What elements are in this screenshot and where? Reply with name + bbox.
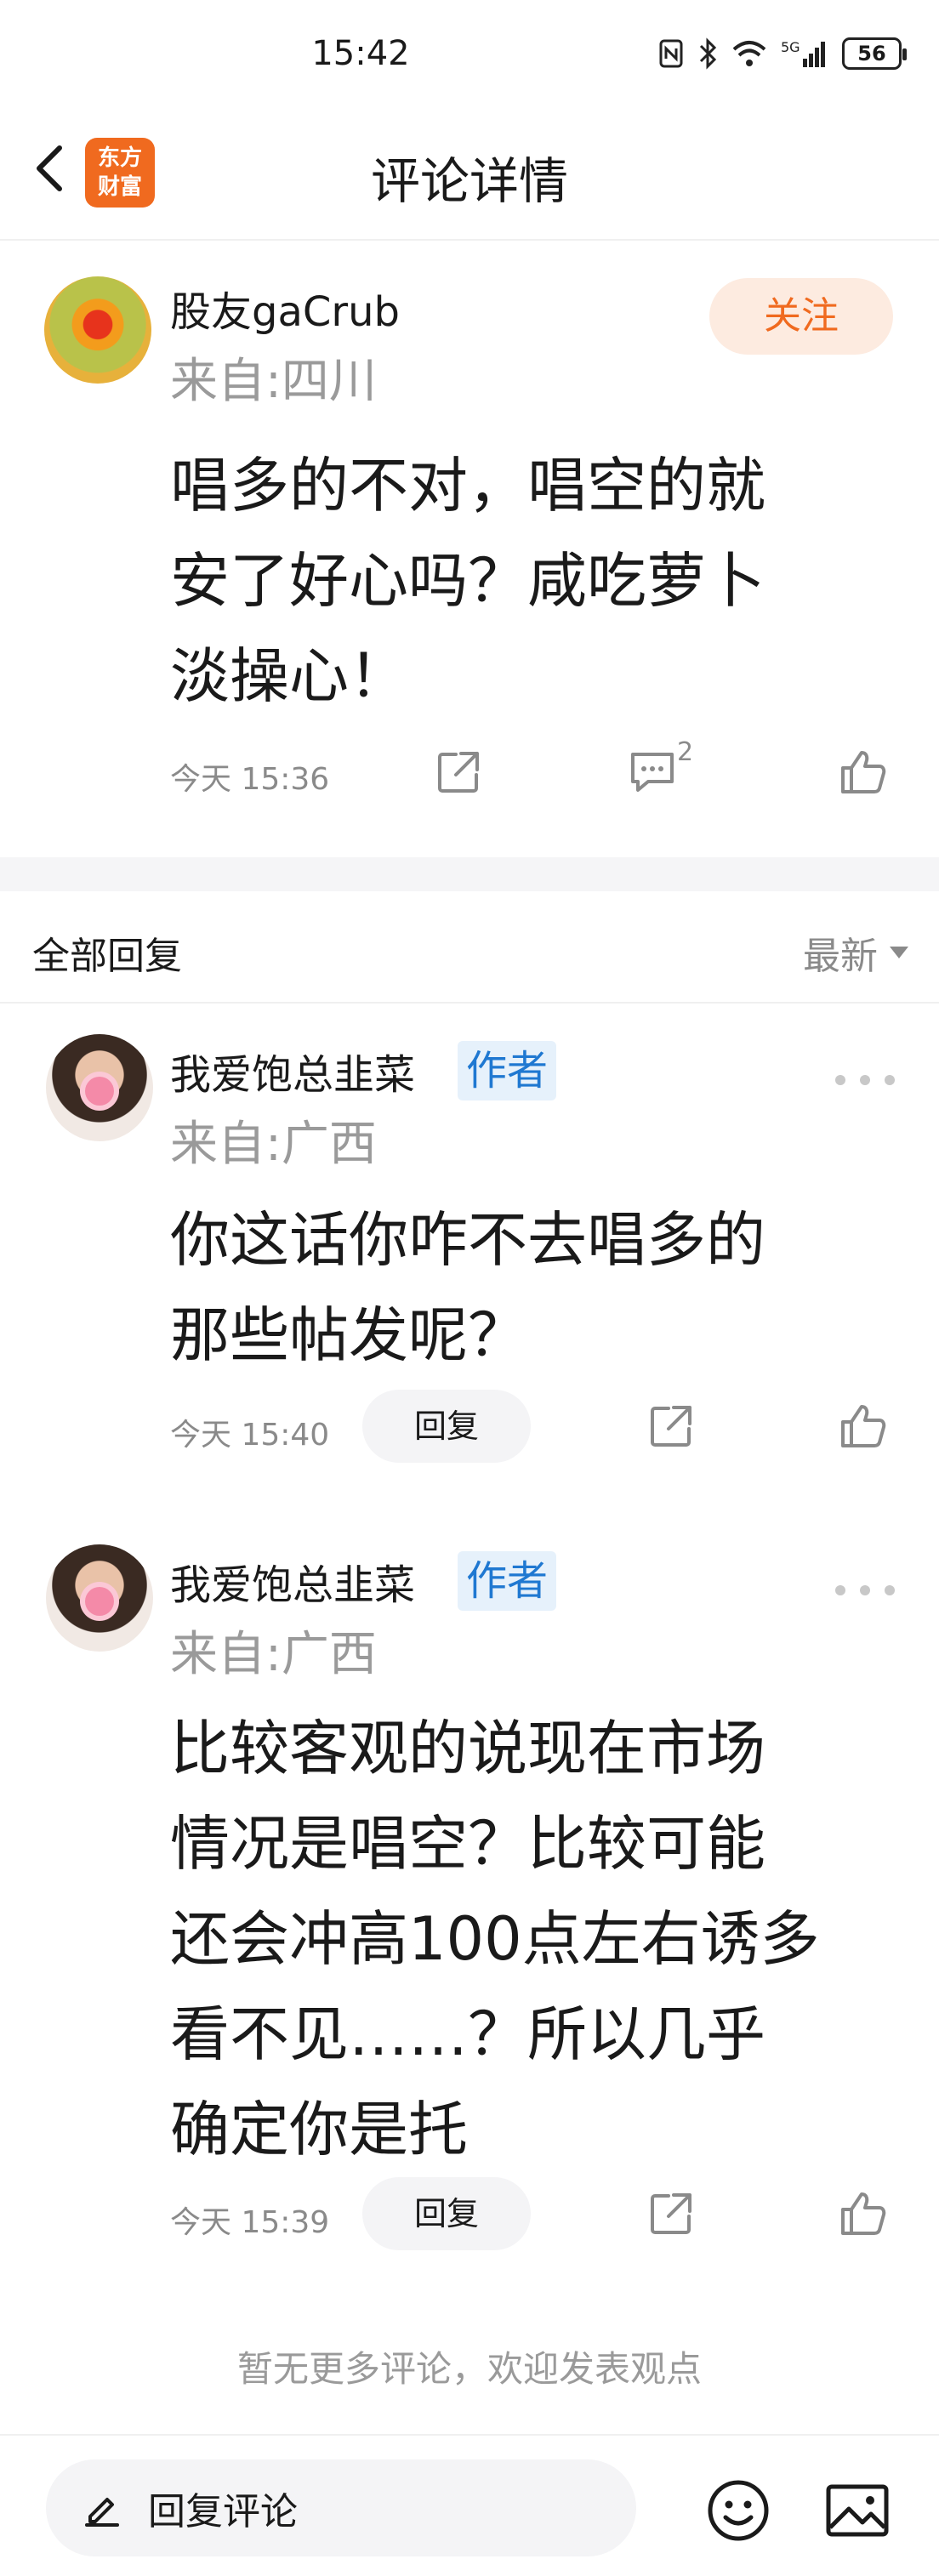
- location: 来自:广西: [170, 1117, 377, 1172]
- thumbs-up-icon: [841, 751, 886, 793]
- like-button[interactable]: [834, 1396, 893, 1456]
- flower-sticker-icon: [85, 1077, 114, 1106]
- content-line: 唱多的不对，唱空的就: [170, 451, 765, 520]
- image-icon: [826, 2484, 889, 2537]
- more-dot-icon: [835, 1075, 845, 1085]
- more-button[interactable]: [835, 1573, 895, 1607]
- replies-header: 全部回复 最新: [0, 891, 939, 1002]
- wifi-icon: [732, 41, 766, 66]
- comment-content: 唱多的不对，唱空的就 安了好心吗？咸吃萝卜 淡操心！: [170, 438, 902, 724]
- sort-label: 最新: [803, 935, 878, 978]
- sort-dropdown[interactable]: 最新: [803, 925, 908, 980]
- content-line: 安了好心吗？咸吃萝卜: [170, 546, 765, 616]
- timestamp: 今天 15:40: [170, 1418, 330, 1453]
- svg-text:5G: 5G: [781, 39, 800, 55]
- more-dot-icon: [860, 1075, 870, 1085]
- location: 来自:广西: [170, 1627, 377, 1682]
- bluetooth-icon: [699, 37, 717, 70]
- reply-item: 我爱饱总韭菜 作者 来自:广西 比较客观的说现在市场 情况是唱空？比较可能 还会…: [0, 1514, 939, 2279]
- smiley-icon: [708, 2480, 769, 2541]
- content-line: 比较客观的说现在市场: [170, 1714, 765, 1783]
- follow-button[interactable]: 关注: [709, 278, 893, 355]
- reply-content: 你这话你咋不去唱多的 那些帖发呢？: [170, 1192, 902, 1383]
- reply-item: 我爱饱总韭菜 作者 来自:广西 你这话你咋不去唱多的 那些帖发呢？ 今天 15:…: [0, 1004, 939, 1497]
- caret-down-icon: [890, 947, 908, 958]
- author-badge: 作者: [458, 1041, 557, 1100]
- divider: [0, 2434, 939, 2436]
- main-comment: 股友gaCrub 来自:四川 关注 唱多的不对，唱空的就 安了好心吗？咸吃萝卜 …: [0, 241, 939, 857]
- reply-button[interactable]: 回复: [362, 1390, 531, 1463]
- author-badge: 作者: [458, 1551, 557, 1611]
- share-icon: [438, 752, 479, 793]
- 5g-signal-icon: 5G: [781, 39, 825, 67]
- avatar[interactable]: [44, 276, 151, 384]
- pencil-icon: [85, 2498, 119, 2527]
- status-bar: 15:42 5G 56: [0, 0, 939, 111]
- timestamp: 今天 15:39: [170, 2205, 330, 2240]
- username[interactable]: 我爱饱总韭菜: [170, 1551, 415, 1611]
- reply-button[interactable]: 回复: [362, 2177, 531, 2250]
- thumbs-up-icon: [841, 1405, 886, 1447]
- comment-input-label: 回复评论: [148, 2490, 298, 2533]
- emoji-button[interactable]: [703, 2475, 774, 2546]
- timestamp: 今天 15:36: [170, 762, 330, 797]
- like-button[interactable]: [834, 742, 893, 802]
- share-button[interactable]: [429, 742, 488, 802]
- page-title: 评论详情: [370, 152, 568, 210]
- content-line: 你这话你咋不去唱多的: [170, 1205, 765, 1275]
- more-dot-icon: [885, 1075, 895, 1085]
- content-line: 情况是唱空？比较可能: [170, 1809, 765, 1879]
- section-separator: [0, 857, 939, 891]
- section-title: 全部回复: [32, 935, 182, 978]
- comment-input[interactable]: 回复评论: [46, 2459, 636, 2556]
- content-line: 淡操心！: [170, 641, 408, 711]
- username[interactable]: 股友gaCrub: [170, 278, 400, 338]
- content-line: 那些帖发呢？: [170, 1300, 527, 1370]
- comment-count: 2: [677, 737, 694, 767]
- battery-icon: 56: [842, 37, 907, 70]
- thumbs-up-icon: [841, 2192, 886, 2235]
- image-button[interactable]: [822, 2475, 893, 2546]
- status-icons: 5G 56: [658, 37, 907, 70]
- content-line: 看不见……？所以几乎: [170, 1999, 765, 2069]
- share-icon: [651, 1406, 691, 1447]
- location: 来自:四川: [170, 354, 377, 409]
- comment-button[interactable]: [623, 742, 682, 802]
- more-dot-icon: [885, 1585, 895, 1595]
- reply-content: 比较客观的说现在市场 情况是唱空？比较可能 还会冲高100点左右诱多 看不见………: [170, 1701, 902, 2177]
- no-more-comments: 暂无更多评论，欢迎发表观点: [236, 2348, 702, 2390]
- status-time: 15:42: [311, 34, 410, 73]
- more-dot-icon: [860, 1585, 870, 1595]
- nfc-icon: [659, 39, 683, 68]
- avatar[interactable]: [46, 1034, 153, 1141]
- comment-icon: [631, 753, 674, 792]
- share-button[interactable]: [641, 2184, 701, 2243]
- content-line: 还会冲高100点左右诱多: [170, 1904, 820, 1974]
- username[interactable]: 我爱饱总韭菜: [170, 1041, 415, 1100]
- content-line: 确定你是托: [170, 2095, 468, 2164]
- more-dot-icon: [835, 1585, 845, 1595]
- share-button[interactable]: [641, 1396, 701, 1456]
- avatar[interactable]: [46, 1544, 153, 1652]
- more-button[interactable]: [835, 1063, 895, 1097]
- like-button[interactable]: [834, 2184, 893, 2243]
- flower-sticker-icon: [85, 1587, 114, 1616]
- nav-bar: 东方 财富 评论详情: [0, 119, 939, 238]
- share-icon: [651, 2193, 691, 2234]
